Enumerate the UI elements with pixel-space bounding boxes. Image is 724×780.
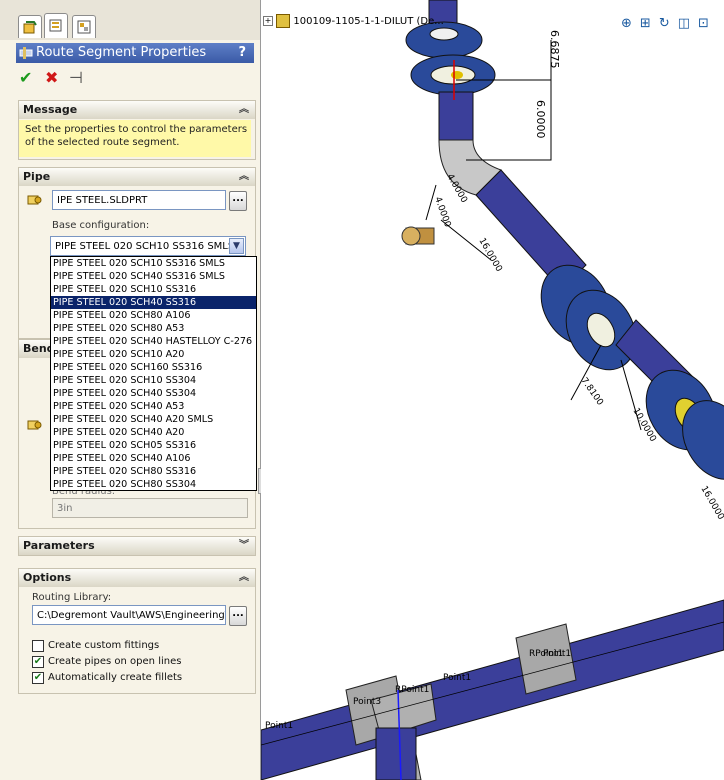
view-toolbar: ⊕⊞↻◫⊡ xyxy=(621,16,717,31)
dimension-label[interactable]: 6.6875 xyxy=(548,30,561,69)
expand-icon[interactable]: + xyxy=(263,16,273,26)
property-manager-tab[interactable] xyxy=(44,13,68,38)
pipe-header-label: Pipe xyxy=(23,170,51,183)
route-point-label[interactable]: Point1 xyxy=(543,649,571,659)
parameters-section: Parameters ︾ xyxy=(18,536,256,556)
bend-part-icon xyxy=(26,418,42,435)
pipe-assembly-model: 6.6875 6.0000 4.0000 4.0000 16.0000 7.81… xyxy=(261,0,724,780)
configuration-option[interactable]: PIPE STEEL 020 SCH05 SS316 xyxy=(51,439,256,452)
feature-manager-tab[interactable] xyxy=(18,15,42,38)
tree-node[interactable]: + 100109-1105-1-1-DILUT (De... xyxy=(263,14,444,28)
pin-button[interactable]: ⊣ xyxy=(69,69,83,87)
previous-view-icon[interactable]: ↻ xyxy=(659,16,678,31)
configuration-option[interactable]: PIPE STEEL 020 SCH10 SS316 xyxy=(51,283,256,296)
parameters-header-label: Parameters xyxy=(23,539,95,552)
message-header[interactable]: Message ︽ xyxy=(19,101,255,119)
graphics-viewport[interactable]: 6.6875 6.0000 4.0000 4.0000 16.0000 7.81… xyxy=(261,0,724,780)
feature-tree-icon xyxy=(23,21,37,34)
configuration-option[interactable]: PIPE STEEL 020 SCH10 SS316 SMLS xyxy=(51,257,256,270)
base-configuration-value: PIPE STEEL 020 SCH10 SS316 SMLS xyxy=(55,241,235,252)
panel-tabs xyxy=(0,0,260,40)
parameters-header[interactable]: Parameters ︾ xyxy=(19,537,255,555)
message-section: Message ︽ Set the properties to control t… xyxy=(18,100,256,160)
pipe-part-field[interactable]: IPE STEEL.SLDPRT xyxy=(52,190,226,210)
pipe-browse-button[interactable]: ... xyxy=(229,191,247,211)
configuration-option[interactable]: PIPE STEEL 020 SCH10 SS304 xyxy=(51,374,256,387)
pipe-part-icon xyxy=(26,193,42,210)
configuration-icon xyxy=(77,20,91,34)
pipe-header[interactable]: Pipe ︽ xyxy=(19,168,255,186)
configuration-option[interactable]: PIPE STEEL 020 SCH160 SS316 xyxy=(51,361,256,374)
collapse-icon[interactable]: ︽ xyxy=(239,168,249,186)
configuration-option[interactable]: PIPE STEEL 020 SCH80 SS316 xyxy=(51,465,256,478)
expand-icon[interactable]: ︾ xyxy=(239,537,249,555)
routing-library-field[interactable]: C:\Degremont Vault\AWS\Engineering\ xyxy=(32,605,226,625)
base-configuration-select[interactable]: PIPE STEEL 020 SCH10 SS316 SMLS xyxy=(50,236,246,256)
configuration-manager-tab[interactable] xyxy=(72,15,96,38)
configuration-dropdown-list[interactable]: PIPE STEEL 020 SCH10 SS316 SMLS PIPE STEE… xyxy=(50,256,257,491)
configuration-option[interactable]: PIPE STEEL 020 SCH80 A53 xyxy=(51,322,256,335)
custom-fittings-checkbox[interactable] xyxy=(32,640,44,652)
open-lines-label: Create pipes on open lines xyxy=(48,656,182,667)
options-header[interactable]: Options ︽ xyxy=(19,569,255,587)
configuration-option[interactable]: PIPE STEEL 020 SCH40 SS304 xyxy=(51,387,256,400)
collapse-icon[interactable]: ︽ xyxy=(239,101,249,119)
property-icon xyxy=(49,19,62,32)
configuration-option[interactable]: PIPE STEEL 020 SCH40 SS316 xyxy=(51,296,256,309)
cancel-button[interactable]: ✖ xyxy=(45,69,58,87)
ok-button[interactable]: ✔ xyxy=(19,69,32,87)
configuration-option[interactable]: PIPE STEEL 020 SCH80 SS304 xyxy=(51,478,256,490)
configuration-option[interactable]: PIPE STEEL 020 SCH80 A106 xyxy=(51,309,256,322)
route-point-label[interactable]: RPoint1 xyxy=(395,685,429,695)
configuration-option[interactable]: PIPE STEEL 020 SCH40 HASTELLOY C-276 xyxy=(51,335,256,348)
configuration-option[interactable]: PIPE STEEL 020 SCH40 A53 xyxy=(51,400,256,413)
message-text: Set the properties to control the parame… xyxy=(19,120,251,157)
routing-library-label: Routing Library: xyxy=(32,592,112,603)
dimension-label[interactable]: 4.0000 xyxy=(432,196,452,229)
bend-radius-field[interactable]: 3in xyxy=(52,498,248,518)
panel-title-bar: Route Segment Properties ? xyxy=(16,43,254,63)
dimension-label[interactable]: 7.8100 xyxy=(579,376,605,408)
tree-node-label: 100109-1105-1-1-DILUT (De... xyxy=(293,16,444,27)
open-lines-checkbox[interactable]: ✔ xyxy=(32,656,44,668)
options-header-label: Options xyxy=(23,571,72,584)
help-icon[interactable]: ? xyxy=(238,43,246,63)
configuration-option[interactable]: PIPE STEEL 020 SCH40 A106 xyxy=(51,452,256,465)
zoom-area-icon[interactable]: ⊞ xyxy=(640,16,659,31)
collapse-icon[interactable]: ︽ xyxy=(239,569,249,587)
chevron-down-icon[interactable]: ▼ xyxy=(229,238,244,254)
configuration-option[interactable]: PIPE STEEL 020 SCH40 SS316 SMLS xyxy=(51,270,256,283)
view-orientation-icon[interactable]: ⊡ xyxy=(698,16,717,31)
route-point-label[interactable]: Point1 xyxy=(443,673,471,683)
panel-title: Route Segment Properties xyxy=(36,45,207,60)
auto-fillets-checkbox[interactable]: ✔ xyxy=(32,672,44,684)
zoom-to-fit-icon[interactable]: ⊕ xyxy=(621,16,640,31)
auto-fillets-label: Automatically create fillets xyxy=(48,672,183,683)
library-browse-button[interactable]: ... xyxy=(229,606,247,626)
custom-fittings-label: Create custom fittings xyxy=(48,640,160,651)
route-point-label[interactable]: Point3 xyxy=(353,697,381,707)
dimension-label[interactable]: 16.0000 xyxy=(698,485,724,522)
base-configuration-label: Base configuration: xyxy=(52,220,150,231)
configuration-option[interactable]: PIPE STEEL 020 SCH10 A20 xyxy=(51,348,256,361)
route-point-label[interactable]: Point1 xyxy=(265,721,293,731)
section-view-icon[interactable]: ◫ xyxy=(678,16,698,31)
property-manager-panel: Route Segment Properties ? ✔ ✖ ⊣ Message… xyxy=(0,0,261,780)
configuration-option[interactable]: PIPE STEEL 020 SCH40 A20 xyxy=(51,426,256,439)
route-segment-icon xyxy=(19,46,33,67)
assembly-icon xyxy=(276,14,291,28)
message-header-label: Message xyxy=(23,103,78,116)
dimension-label[interactable]: 6.0000 xyxy=(534,100,547,139)
dimension-label[interactable]: 16.0000 xyxy=(476,237,503,274)
configuration-option[interactable]: PIPE STEEL 020 SCH40 A20 SMLS xyxy=(51,413,256,426)
